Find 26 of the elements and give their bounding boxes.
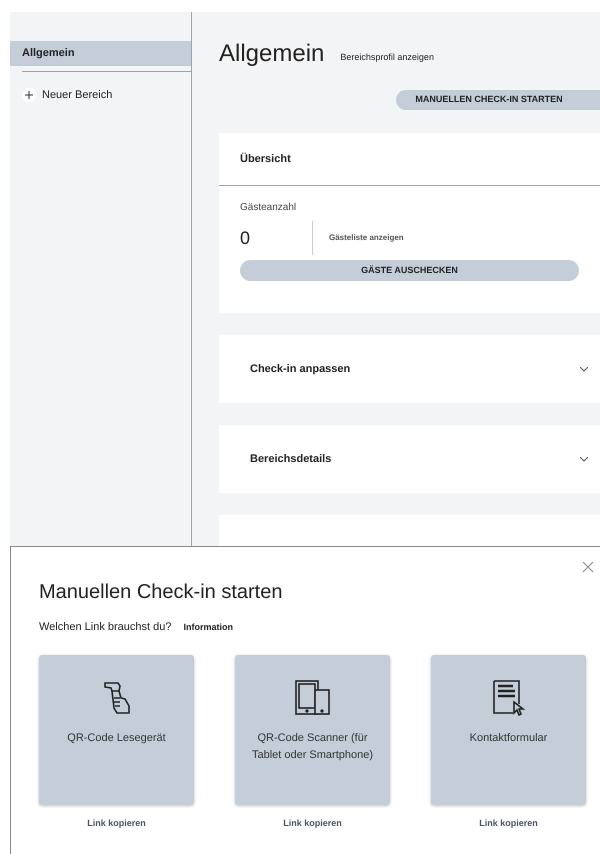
dialog-title: Manuellen Check-in starten: [39, 580, 284, 604]
guest-count: 0: [240, 226, 252, 250]
plus-icon: [22, 88, 36, 102]
hand-scanner-icon: [104, 682, 130, 716]
form-cursor-icon: [492, 680, 524, 716]
page-title: Allgemein: [219, 40, 324, 68]
profile-link[interactable]: Bereichsprofil anzeigen: [340, 50, 434, 64]
card-title: Übersicht: [240, 152, 291, 167]
copy-link[interactable]: Link kopieren: [87, 816, 146, 830]
option-card[interactable]: QR-Code Lesegerät: [39, 654, 194, 804]
question-text: Welchen Link brauchst du?: [39, 620, 172, 635]
accordion-header[interactable]: Bereichsdetails: [219, 425, 600, 493]
tablet-phone-icon: [294, 680, 330, 716]
start-checkin-button[interactable]: MANUELLEN CHECK-IN STARTEN: [396, 90, 600, 110]
copy-link[interactable]: Link kopieren: [479, 816, 538, 830]
accordion-header[interactable]: Check-in anpassen: [219, 335, 600, 403]
option-card[interactable]: Kontaktformular: [431, 654, 586, 804]
copy-link[interactable]: Link kopieren: [283, 816, 342, 830]
sidebar-item[interactable]: Allgemein: [10, 41, 191, 66]
option-card[interactable]: QR-Code Scanner (für Tablet oder Smartphone): [235, 654, 390, 804]
guest-list-link[interactable]: Gästeliste anzeigen: [329, 232, 404, 244]
information-link[interactable]: Information: [184, 620, 233, 634]
close-button[interactable]: [582, 561, 594, 573]
guest-count-label: Gästeanzahl: [240, 201, 298, 215]
new-area-button[interactable]: Neuer Bereich: [22, 87, 191, 104]
checkout-guests-button[interactable]: GÄSTE AUSCHECKEN: [240, 260, 579, 281]
